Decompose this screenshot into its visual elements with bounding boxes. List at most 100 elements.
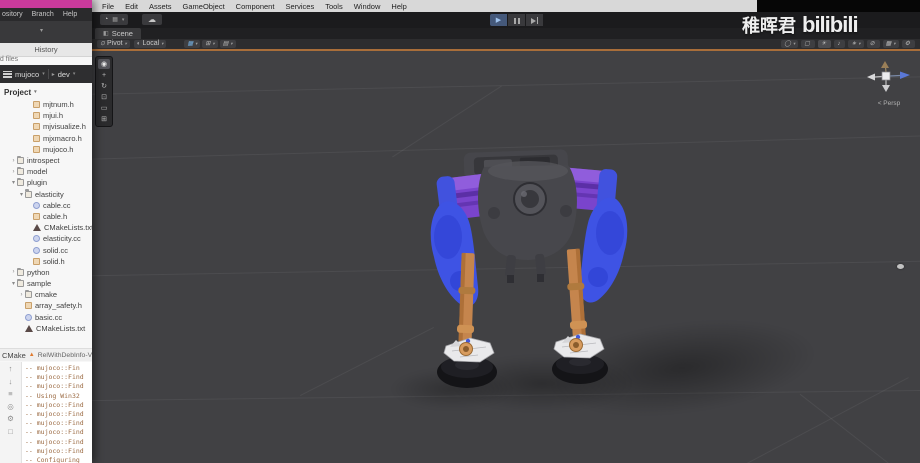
rect-tool[interactable]: ▭ <box>98 103 110 113</box>
tree-item[interactable]: cable.cc <box>0 200 92 211</box>
tree-item[interactable]: › python <box>0 267 92 278</box>
camera-settings-dropdown[interactable]: ◯ ▾ <box>781 40 798 48</box>
account-collab-group[interactable]: ◔ ▦ ▾ <box>100 14 128 25</box>
play-button[interactable]: ▶ <box>490 14 507 26</box>
file-icon <box>17 269 24 276</box>
cmake-console-output[interactable]: -- mujoco::Fin-- mujoco::Find-- mujoco::… <box>22 362 92 463</box>
layers-icon[interactable]: ▦ <box>112 16 118 23</box>
tree-item[interactable]: solid.h <box>0 256 92 267</box>
effects-dropdown[interactable]: ∗ ▾ <box>848 40 863 48</box>
expand-chevron[interactable]: ▾ <box>10 179 17 186</box>
chevron-down-icon[interactable]: ▾ <box>122 17 125 23</box>
tree-item[interactable]: › model <box>0 166 92 177</box>
ide-title-bar[interactable] <box>0 0 92 8</box>
expand-chevron[interactable]: › <box>10 158 17 164</box>
transform-tool[interactable]: ⊞ <box>98 114 110 124</box>
scene-orientation-gizmo[interactable]: < Persp <box>866 61 912 107</box>
tree-item[interactable]: mjtnum.h <box>0 99 92 110</box>
project-panel-header[interactable]: Project ▾ <box>0 86 92 98</box>
move-tool[interactable]: + <box>98 70 110 80</box>
gizmos-dropdown[interactable]: ▦ ▾ <box>883 40 899 48</box>
tree-item[interactable]: solid.cc <box>0 244 92 255</box>
menu-item[interactable]: Branch <box>32 11 54 18</box>
tree-item[interactable]: mjxmacro.h <box>0 133 92 144</box>
tree-item[interactable]: mjui.h <box>0 110 92 121</box>
console-line: -- mujoco::Find <box>25 428 92 437</box>
tree-item[interactable]: CMakeLists.txt <box>0 222 92 233</box>
tree-item[interactable]: mujoco.h <box>0 144 92 155</box>
2d-toggle[interactable]: ▢ <box>801 40 815 48</box>
audio-toggle[interactable]: ♪ <box>834 40 845 48</box>
grid-visibility-button[interactable]: ▦ ▾ <box>184 40 200 48</box>
tree-item[interactable]: array_safety.h <box>0 300 92 311</box>
local-global-toggle-button[interactable]: ◐ Local ▾ <box>134 40 167 48</box>
ide-window: ositoryBranchHelp ▾ History ed files muj… <box>0 0 92 463</box>
pivot-toggle-button[interactable]: ⊙ Pivot ▾ <box>97 40 130 48</box>
scroll-down-button[interactable]: ↓ <box>9 378 13 386</box>
settings-button[interactable]: ⚙ <box>7 415 14 423</box>
scroll-up-button[interactable]: ↑ <box>9 365 13 373</box>
grid-snapping-button[interactable]: ▤ ▾ <box>220 40 236 48</box>
robot-model[interactable] <box>420 141 640 401</box>
tree-item[interactable]: basic.cc <box>0 312 92 323</box>
expand-chevron[interactable]: ▾ <box>18 191 25 198</box>
tree-item[interactable]: mjvisualize.h <box>0 121 92 132</box>
chevron-down-icon: ▾ <box>230 40 232 48</box>
tree-item[interactable]: elasticity.cc <box>0 233 92 244</box>
tree-item[interactable]: cable.h <box>0 211 92 222</box>
filter-button[interactable]: ◎ <box>7 403 14 411</box>
hamburger-menu-icon[interactable] <box>3 71 12 78</box>
menu-item[interactable]: Help <box>391 2 406 11</box>
overlay-settings-button[interactable]: ⚙ <box>902 40 915 48</box>
expand-chevron[interactable]: › <box>18 292 25 298</box>
pause-button[interactable] <box>508 14 525 26</box>
snap-increment-button[interactable]: ⊞ ▾ <box>202 40 217 48</box>
clear-button[interactable]: □ <box>8 428 13 436</box>
menu-item[interactable]: Services <box>285 2 314 11</box>
menu-item[interactable]: File <box>102 2 114 11</box>
menu-item[interactable]: Component <box>236 2 275 11</box>
pivot-icon: ⊙ <box>100 40 105 48</box>
branch-icon: ▸ <box>52 71 55 78</box>
menu-item[interactable]: Edit <box>125 2 138 11</box>
menu-item[interactable]: Tools <box>325 2 343 11</box>
branch-selector[interactable]: dev <box>58 70 70 79</box>
menu-item[interactable]: Window <box>354 2 381 11</box>
rotate-tool[interactable]: ↻ <box>98 81 110 91</box>
file-icon <box>25 291 32 298</box>
step-button[interactable] <box>526 14 543 26</box>
file-icon <box>17 157 24 164</box>
account-icon[interactable]: ◔ <box>104 16 108 23</box>
menu-item[interactable]: GameObject <box>183 2 225 11</box>
tree-item[interactable]: CMakeLists.txt <box>0 323 92 334</box>
cmake-profile-tab[interactable]: RelWithDebInfo-V <box>38 352 92 359</box>
expand-chevron[interactable]: ▾ <box>10 280 17 287</box>
scene-lighting-toggle[interactable]: ☀ <box>818 40 831 48</box>
scene-viewport[interactable]: ◉+↻⊡▭⊞ < Persp <box>92 51 920 463</box>
perspective-label[interactable]: < Persp <box>866 100 912 107</box>
tree-item[interactable]: ▾ elasticity <box>0 189 92 200</box>
cmake-panel-header[interactable]: CMake ▲ RelWithDebInfo-V <box>0 348 92 361</box>
expand-chevron[interactable]: › <box>10 169 17 175</box>
menu-item[interactable]: Assets <box>149 2 172 11</box>
tree-item[interactable]: › introspect <box>0 155 92 166</box>
expand-chevron[interactable]: › <box>10 269 17 275</box>
history-tab[interactable]: History <box>0 43 92 57</box>
console-line: -- mujoco::Find <box>25 410 92 419</box>
repo-selector[interactable]: mujoco <box>15 70 39 79</box>
view-tool[interactable]: ◉ <box>98 59 110 69</box>
cloud-button[interactable]: ☁ <box>142 14 162 25</box>
tab-scene[interactable]: ◧ Scene <box>95 28 141 39</box>
console-line: -- Using Win32 <box>25 392 92 401</box>
chevron-down-icon[interactable]: ▾ <box>40 27 43 34</box>
tree-item[interactable]: › cmake <box>0 289 92 300</box>
file-icon <box>33 258 40 265</box>
tree-item[interactable]: ▾ sample <box>0 278 92 289</box>
scene-visibility-toggle[interactable]: ⊘ <box>867 40 880 48</box>
tree-item[interactable]: ▾ plugin <box>0 177 92 188</box>
scale-tool[interactable]: ⊡ <box>98 92 110 102</box>
soft-wrap-button[interactable]: ≡ <box>8 390 12 398</box>
menu-item[interactable]: ository <box>2 11 23 18</box>
file-name: elasticity.cc <box>43 234 81 243</box>
menu-item[interactable]: Help <box>63 11 77 18</box>
